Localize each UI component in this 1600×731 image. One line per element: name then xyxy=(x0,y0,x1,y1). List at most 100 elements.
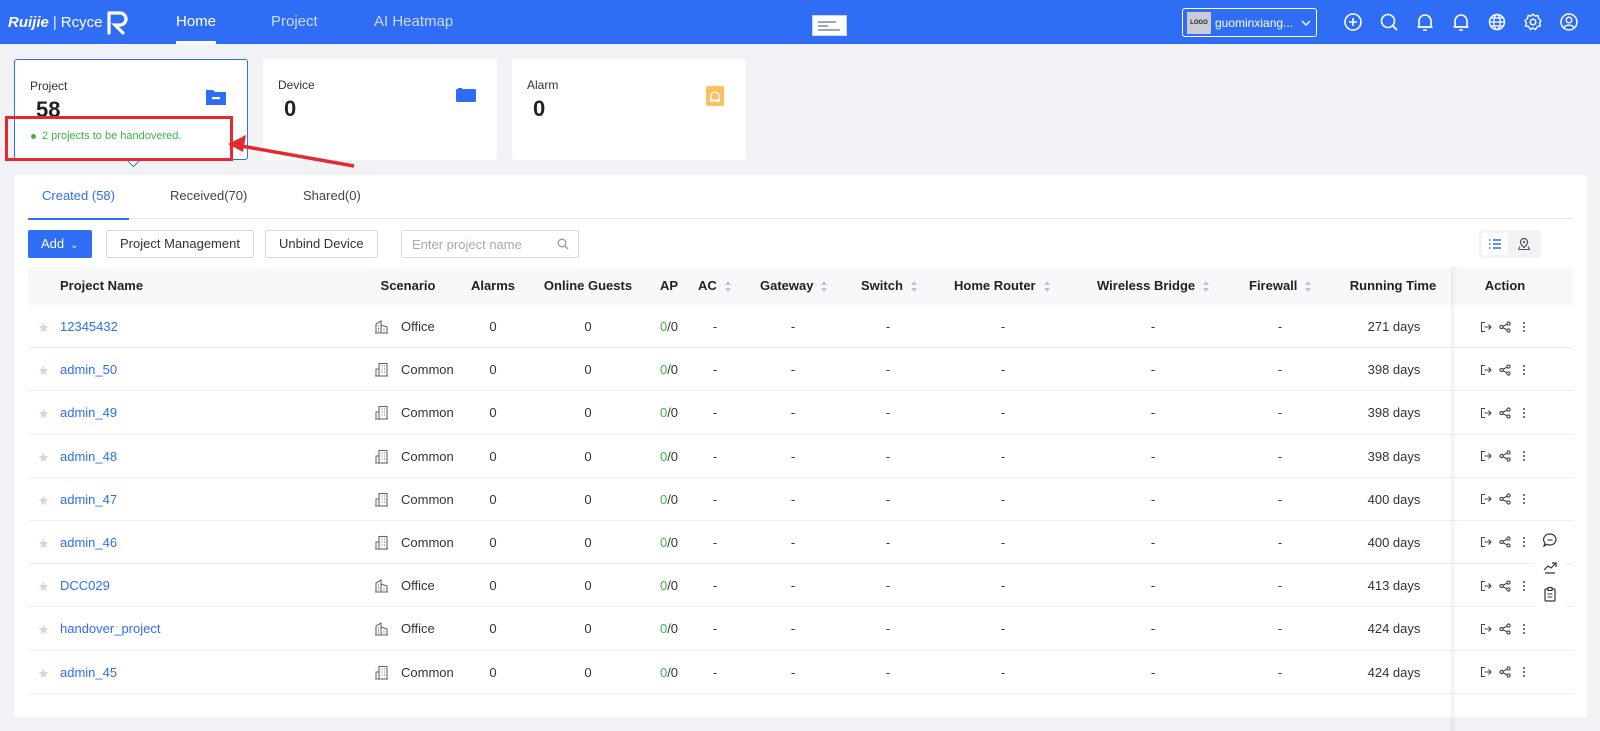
alarms-cell: 0 xyxy=(489,405,497,421)
more-options-icon[interactable] xyxy=(1518,623,1530,635)
clipboard-icon[interactable] xyxy=(1542,586,1558,602)
gear-icon[interactable] xyxy=(1522,11,1544,33)
share-icon[interactable] xyxy=(1499,623,1511,635)
sort-icon[interactable] xyxy=(1043,281,1050,293)
exit-project-icon[interactable] xyxy=(1480,364,1492,376)
list-view-icon[interactable] xyxy=(1482,233,1508,255)
brand-logo[interactable]: Ruijie | Rcyce xyxy=(8,9,130,35)
share-icon[interactable] xyxy=(1499,450,1511,462)
col-scenario: Scenario xyxy=(380,278,436,293)
running-time-cell: 413 days xyxy=(1367,578,1421,594)
common-building-icon xyxy=(374,449,389,464)
favorite-star-icon[interactable] xyxy=(38,667,49,678)
project-name-link[interactable]: admin_47 xyxy=(60,492,117,507)
more-options-icon[interactable] xyxy=(1518,450,1530,462)
more-options-icon[interactable] xyxy=(1518,364,1530,376)
favorite-star-icon[interactable] xyxy=(38,321,49,332)
project-name-link[interactable]: admin_45 xyxy=(60,665,117,680)
exit-project-icon[interactable] xyxy=(1480,580,1492,592)
col-home-router[interactable]: Home Router xyxy=(954,267,1050,305)
share-icon[interactable] xyxy=(1499,579,1511,592)
exit-project-icon[interactable] xyxy=(1480,666,1492,678)
nav-ai-heatmap[interactable]: AI Heatmap xyxy=(374,0,453,44)
bell-icon[interactable] xyxy=(1414,11,1436,33)
firewall-cell: - xyxy=(1277,534,1283,550)
bell-alert-icon[interactable] xyxy=(1450,11,1472,33)
project-name-link[interactable]: admin_46 xyxy=(60,535,117,550)
project-name-link[interactable]: 12345432 xyxy=(60,319,118,334)
map-view-icon[interactable] xyxy=(1511,233,1537,255)
share-icon[interactable] xyxy=(1499,493,1511,505)
sort-icon[interactable] xyxy=(910,281,917,293)
search-icon[interactable] xyxy=(1378,11,1400,33)
nav-home[interactable]: Home xyxy=(176,0,217,44)
more-options-icon[interactable] xyxy=(1518,666,1530,678)
gateway-cell: - xyxy=(790,448,796,464)
project-name-link[interactable]: admin_48 xyxy=(60,449,117,464)
more-options-icon[interactable] xyxy=(1518,536,1530,548)
project-tabs: Created (58) Received(70) Shared(0) xyxy=(28,175,1573,220)
favorite-star-icon[interactable] xyxy=(38,580,49,592)
nav-project[interactable]: Project xyxy=(271,0,318,44)
more-options-icon[interactable] xyxy=(1518,580,1530,592)
favorite-star-icon[interactable] xyxy=(38,494,49,505)
exit-project-icon[interactable] xyxy=(1480,450,1492,462)
project-management-button[interactable]: Project Management xyxy=(106,230,254,258)
wireless-bridge-cell: - xyxy=(1150,491,1156,507)
project-name-link[interactable]: admin_50 xyxy=(60,362,117,377)
search-input[interactable] xyxy=(402,231,542,257)
col-gateway[interactable]: Gateway xyxy=(760,267,828,305)
exit-project-icon[interactable] xyxy=(1480,321,1492,333)
globe-icon[interactable] xyxy=(1486,11,1508,33)
gateway-cell: - xyxy=(790,405,796,421)
share-icon[interactable] xyxy=(1499,364,1511,376)
favorite-star-icon[interactable] xyxy=(38,451,49,462)
sort-icon[interactable] xyxy=(1203,281,1210,293)
ac-cell: - xyxy=(712,534,718,550)
favorite-star-icon[interactable] xyxy=(38,537,49,548)
tab-created[interactable]: Created (58) xyxy=(28,175,129,220)
favorite-star-icon[interactable] xyxy=(38,623,49,635)
chat-icon[interactable] xyxy=(1542,532,1558,548)
ac-cell: - xyxy=(712,362,718,378)
project-name-link[interactable]: admin_49 xyxy=(60,405,117,420)
tab-shared[interactable]: Shared(0) xyxy=(289,175,375,219)
home-router-cell: - xyxy=(1000,664,1006,680)
view-toggle xyxy=(1479,230,1541,258)
exit-project-icon[interactable] xyxy=(1480,623,1492,635)
share-icon[interactable] xyxy=(1499,536,1511,549)
more-options-icon[interactable] xyxy=(1518,321,1530,333)
scenario-cell: Office xyxy=(401,578,435,594)
sort-icon[interactable] xyxy=(724,281,731,293)
add-circle-icon[interactable] xyxy=(1342,11,1364,33)
exit-project-icon[interactable] xyxy=(1480,493,1492,505)
alarm-stat-card[interactable]: Alarm 0 xyxy=(512,59,746,160)
more-options-icon[interactable] xyxy=(1518,493,1530,505)
tenant-selector[interactable]: LOGO guominxiang... xyxy=(1182,8,1317,37)
col-firewall[interactable]: Firewall xyxy=(1249,267,1312,305)
col-ac[interactable]: AC xyxy=(698,267,731,305)
share-icon[interactable] xyxy=(1499,407,1511,419)
handshake-icon[interactable] xyxy=(1542,559,1558,575)
tab-received[interactable]: Received(70) xyxy=(156,175,261,219)
search-icon[interactable] xyxy=(557,238,569,250)
favorite-star-icon[interactable] xyxy=(38,407,49,419)
favorite-star-icon[interactable] xyxy=(38,364,49,376)
home-router-cell: - xyxy=(1000,578,1006,594)
exit-project-icon[interactable] xyxy=(1480,407,1492,419)
alarm-light-icon xyxy=(706,86,724,106)
add-button[interactable]: Add ⌄ xyxy=(28,230,92,258)
project-name-link[interactable]: DCC029 xyxy=(60,578,110,593)
col-switch[interactable]: Switch xyxy=(861,267,917,305)
sort-icon[interactable] xyxy=(821,281,828,293)
guests-cell: 0 xyxy=(584,578,592,594)
sort-icon[interactable] xyxy=(1305,281,1312,293)
share-icon[interactable] xyxy=(1499,666,1511,678)
exit-project-icon[interactable] xyxy=(1480,536,1492,548)
user-icon[interactable] xyxy=(1558,11,1580,33)
col-wireless-bridge[interactable]: Wireless Bridge xyxy=(1097,267,1210,305)
share-icon[interactable] xyxy=(1499,320,1511,333)
project-name-link[interactable]: handover_project xyxy=(60,621,160,636)
unbind-device-button[interactable]: Unbind Device xyxy=(265,230,378,258)
more-options-icon[interactable] xyxy=(1518,407,1530,419)
